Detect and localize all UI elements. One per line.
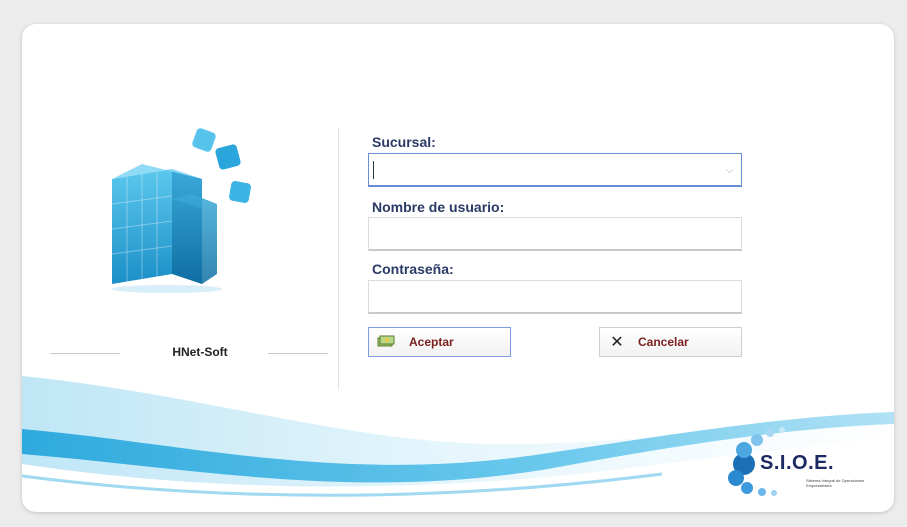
partner-logo-tagline: Sistema Integral de Operaciones Empresar…	[806, 478, 865, 488]
usuario-input[interactable]	[369, 218, 741, 249]
app-name: HNet-Soft	[172, 345, 228, 359]
login-card: HNet-Soft Sucursal: ⌵ Nombre de usuario:…	[22, 24, 894, 512]
sucursal-label: Sucursal:	[372, 134, 436, 150]
partner-logo-text: S.I.O.E.	[760, 452, 835, 474]
accept-button[interactable]: Aceptar	[368, 327, 511, 357]
chevron-down-icon[interactable]: ⌵	[726, 165, 733, 176]
close-x-icon: ✕	[610, 334, 624, 351]
text-caret	[373, 161, 374, 179]
sucursal-input[interactable]	[369, 154, 741, 185]
vertical-divider	[338, 128, 339, 390]
sucursal-select[interactable]: ⌵	[368, 153, 742, 187]
cube-stack-icon	[111, 128, 251, 293]
password-label: Contraseña:	[372, 261, 454, 277]
cancel-label: Cancelar	[638, 335, 689, 349]
divider-line	[268, 353, 328, 354]
usuario-field[interactable]	[368, 217, 742, 251]
divider-line	[50, 353, 120, 354]
password-field[interactable]	[368, 280, 742, 314]
money-bill-icon	[377, 334, 395, 350]
password-input[interactable]	[369, 281, 741, 312]
accept-label: Aceptar	[409, 335, 454, 349]
brand-row: HNet-Soft	[50, 342, 328, 364]
usuario-label: Nombre de usuario:	[372, 199, 505, 215]
cancel-button[interactable]: ✕ Cancelar	[599, 327, 742, 357]
